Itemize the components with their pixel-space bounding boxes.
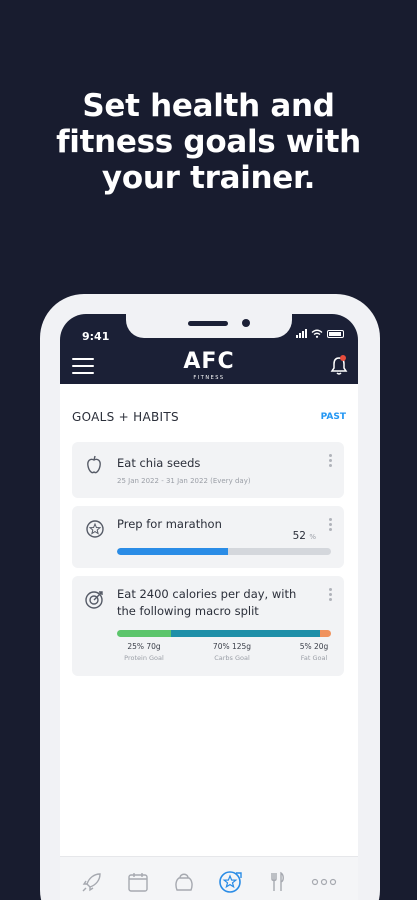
app-logo-subtitle: FITNESS [193, 375, 225, 381]
status-time: 9:41 [82, 330, 110, 343]
more-options-icon[interactable] [329, 588, 332, 603]
goal-progress-value: 52 % [293, 530, 316, 542]
goal-card-marathon[interactable]: Prep for marathon 52 % [72, 506, 344, 568]
notification-dot [340, 355, 346, 361]
tab-kettlebell[interactable] [169, 867, 199, 897]
goal-progress-number: 52 [292, 530, 306, 542]
headline-line-2: fitness goals with [56, 124, 361, 160]
macro-name: Carbs Goal [214, 654, 250, 662]
headline: Set health and fitness goals with your t… [0, 88, 417, 196]
macro-segment [170, 630, 321, 637]
goal-card-calories[interactable]: Eat 2400 calories per day, with the foll… [72, 576, 344, 676]
wifi-icon [311, 329, 323, 338]
phone-screen: 9:41 AFC FITNESS GOALS + HABITS PAST Eat… [60, 314, 358, 900]
goal-progress-bar [117, 548, 331, 555]
goals-medal-icon [219, 871, 242, 893]
goal-subtitle: 25 Jan 2022 - 31 Jan 2022 (Every day) [117, 477, 251, 485]
macro-name: Fat Goal [300, 654, 328, 662]
macro-label: 25% 70g Protein Goal [114, 642, 174, 662]
more-options-icon[interactable] [329, 454, 332, 469]
target-icon [85, 591, 103, 609]
app-logo: AFC [183, 349, 235, 374]
goal-title: Prep for marathon [117, 517, 222, 531]
medal-icon [86, 520, 104, 538]
tab-calendar[interactable] [123, 867, 153, 897]
kettlebell-icon [175, 873, 193, 891]
macro-split-bar [117, 630, 331, 637]
tab-more[interactable] [309, 867, 339, 897]
speaker-grille [188, 321, 228, 326]
macro-name: Protein Goal [124, 654, 164, 662]
tab-nutrition[interactable] [262, 867, 292, 897]
more-dots-icon [311, 878, 337, 886]
status-icons [296, 329, 344, 338]
goal-progress-percent-sign: % [309, 533, 316, 541]
tab-rocket[interactable] [77, 867, 107, 897]
macro-segment [117, 630, 171, 637]
section-title: GOALS + HABITS [72, 410, 179, 424]
macro-value: 25% 70g [127, 642, 161, 651]
calendar-icon [128, 873, 148, 892]
goal-progress-fill [117, 548, 229, 555]
phone-notch [126, 314, 292, 338]
goal-title-line-2: the following macro split [117, 604, 259, 618]
goal-title-line-1: Eat 2400 calories per day, with [117, 587, 297, 601]
tab-goals[interactable] [216, 867, 246, 897]
fork-knife-icon [271, 871, 284, 891]
macro-value: 5% 20g [299, 642, 329, 651]
apple-icon [87, 455, 101, 474]
headline-line-1: Set health and [82, 88, 335, 124]
rocket-icon [82, 873, 101, 892]
headline-line-3: your trainer. [101, 160, 316, 196]
signal-icon [296, 329, 307, 338]
app-header: 9:41 AFC FITNESS [60, 314, 358, 384]
macro-label: 5% 20g Fat Goal [284, 642, 344, 662]
goal-title: Eat 2400 calories per day, with the foll… [117, 586, 296, 620]
macro-label: 70% 125g Carbs Goal [202, 642, 262, 662]
bottom-tab-bar [60, 856, 358, 900]
macro-segment [320, 630, 331, 637]
more-options-icon[interactable] [329, 518, 332, 533]
camera-dot [242, 319, 250, 327]
goal-title: Eat chia seeds [117, 456, 201, 470]
macro-value: 70% 125g [212, 642, 252, 651]
battery-icon [327, 330, 344, 338]
goal-card-chia[interactable]: Eat chia seeds 25 Jan 2022 - 31 Jan 2022… [72, 442, 344, 498]
past-link[interactable]: PAST [321, 412, 346, 422]
